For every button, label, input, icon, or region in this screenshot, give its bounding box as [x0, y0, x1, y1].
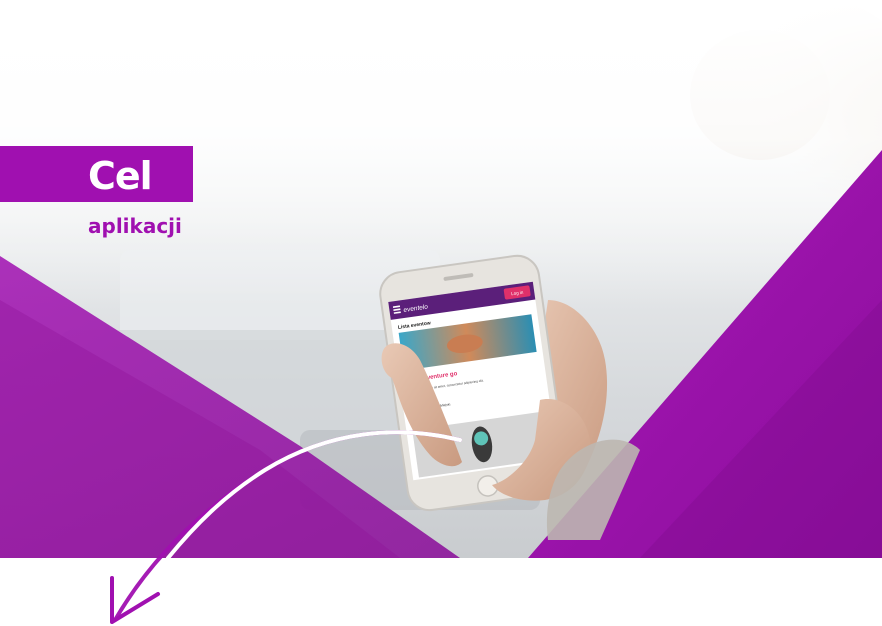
curved-arrow-icon	[110, 430, 462, 624]
